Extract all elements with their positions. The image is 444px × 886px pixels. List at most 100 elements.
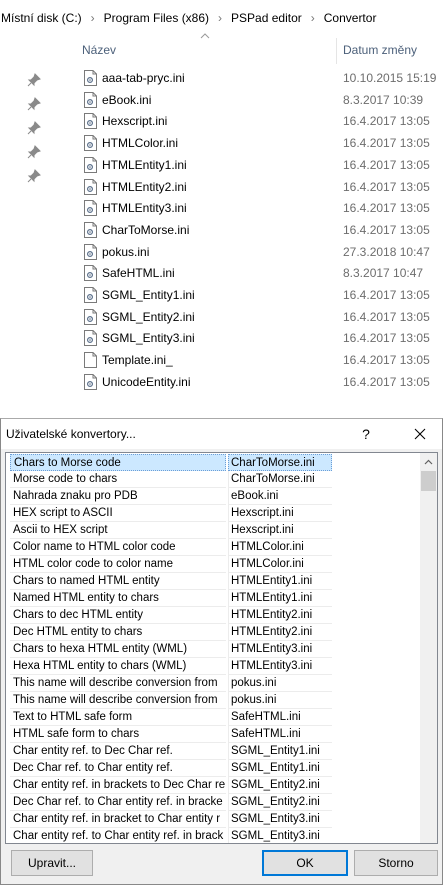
file-row[interactable]: UnicodeEntity.ini 16.4.2017 13:05 [0, 371, 444, 393]
dialog-titlebar[interactable]: Uživatelské konvertory... ? [1, 419, 442, 449]
vertical-scrollbar[interactable] [420, 453, 437, 843]
file-row[interactable]: SGML_Entity1.ini 16.4.2017 13:05 [0, 284, 444, 306]
breadcrumb-item-program-files[interactable]: Program Files (x86) [101, 11, 212, 25]
edit-button[interactable]: Upravit... [11, 850, 93, 876]
list-row[interactable]: This name will describe conversion from p… [6, 692, 420, 709]
file-row[interactable]: SGML_Entity2.ini 16.4.2017 13:05 [0, 306, 444, 328]
converter-file: SGML_Entity3.ini [228, 828, 332, 843]
ini-file-icon [84, 70, 97, 86]
converter-file: SGML_Entity3.ini [228, 811, 332, 828]
scrollbar-thumb[interactable] [421, 471, 436, 491]
list-row[interactable]: Char entity ref. to Char entity ref. in … [6, 828, 420, 843]
converter-description: HTML safe form to chars [10, 726, 226, 743]
file-row[interactable]: Template.ini_ 16.4.2017 13:05 [0, 349, 444, 371]
file-name: Template.ini_ [102, 353, 173, 368]
file-date: 16.4.2017 13:05 [343, 136, 430, 151]
list-row-selected[interactable]: Chars to Morse code CharToMorse.ini [6, 454, 420, 471]
converter-file: SGML_Entity1.ini [228, 760, 332, 777]
column-header-date[interactable]: Datum změny [343, 43, 417, 57]
file-name: CharToMorse.ini [102, 222, 190, 237]
converter-description: Chars to dec HTML entity [10, 607, 226, 624]
file-name: SGML_Entity1.ini [102, 288, 195, 302]
ini-file-icon [84, 113, 97, 130]
dialog-title: Uživatelské konvertory... [6, 427, 136, 441]
list-row[interactable]: This name will describe conversion from p… [6, 675, 420, 692]
file-row[interactable]: CharToMorse.ini 16.4.2017 13:05 [0, 219, 444, 241]
help-button[interactable]: ? [349, 419, 383, 449]
converter-description: Color name to HTML color code [10, 539, 226, 556]
list-row[interactable]: HTML safe form to chars SafeHTML.ini [6, 726, 420, 743]
list-row[interactable]: Color name to HTML color code HTMLColor.i… [6, 539, 420, 556]
breadcrumb-item-pspad-editor[interactable]: PSPad editor [228, 11, 305, 25]
list-row[interactable]: Dec Char ref. to Char entity ref. SGML_En… [6, 760, 420, 777]
list-row[interactable]: Char entity ref. in brackets to Dec Char… [6, 777, 420, 794]
list-row[interactable]: Text to HTML safe form SafeHTML.ini [6, 709, 420, 726]
ok-button[interactable]: OK [262, 850, 348, 876]
ini-file-icon [84, 373, 97, 390]
file-name: UnicodeEntity.ini [102, 374, 191, 389]
converter-description: Hexa HTML entity to chars (WML) [10, 658, 226, 675]
file-row[interactable]: HTMLEntity3.ini 16.4.2017 13:05 [0, 197, 444, 219]
column-divider[interactable] [336, 38, 337, 64]
file-date: 16.4.2017 13:05 [343, 157, 430, 172]
ini-file-icon [84, 265, 97, 282]
file-date: 16.4.2017 13:05 [343, 309, 430, 324]
converter-file: SGML_Entity2.ini [228, 777, 332, 794]
close-button[interactable] [397, 419, 443, 449]
scroll-up-button[interactable] [420, 453, 437, 470]
breadcrumb-item-local-disk[interactable]: Místní disk (C:) [0, 11, 85, 25]
file-row[interactable]: eBook.ini 8.3.2017 10:39 [0, 89, 444, 111]
list-row[interactable]: Chars to named HTML entity HTMLEntity1.in… [6, 573, 420, 590]
file-row[interactable]: SGML_Entity3.ini 16.4.2017 13:05 [0, 327, 444, 349]
converters-listbox[interactable]: Chars to Morse code CharToMorse.ini Morse … [5, 452, 438, 844]
list-row[interactable]: Dec HTML entity to chars HTMLEntity2.ini [6, 624, 420, 641]
ini-file-icon [84, 200, 97, 217]
file-date: 16.4.2017 13:05 [343, 179, 430, 194]
list-row[interactable]: Ascii to HEX script Hexscript.ini [6, 522, 420, 539]
list-row[interactable]: Named HTML entity to chars HTMLEntity1.in… [6, 590, 420, 607]
converter-description: Dec Char ref. to Char entity ref. [10, 760, 226, 777]
file-row[interactable]: HTMLEntity2.ini 16.4.2017 13:05 [0, 176, 444, 198]
file-name: HTMLEntity1.ini [102, 157, 187, 172]
converter-file: HTMLEntity1.ini [228, 573, 332, 590]
cancel-button[interactable]: Storno [354, 850, 438, 876]
file-row[interactable]: HTMLColor.ini 16.4.2017 13:05 [0, 132, 444, 154]
ini-file-icon [84, 243, 97, 260]
converter-file: CharToMorse.ini [228, 471, 332, 488]
list-row[interactable]: Morse code to chars CharToMorse.ini [6, 471, 420, 488]
list-row[interactable]: Char entity ref. to Dec Char ref. SGML_En… [6, 743, 420, 760]
list-row[interactable]: Char entity ref. in bracket to Char enti… [6, 811, 420, 828]
converter-description: Morse code to chars [10, 471, 226, 488]
converter-file: SGML_Entity1.ini [228, 743, 332, 760]
list-row[interactable]: Chars to dec HTML entity HTMLEntity2.ini [6, 607, 420, 624]
file-row[interactable]: aaa-tab-pryc.ini 10.10.2015 15:19 [0, 67, 444, 89]
column-header-name[interactable]: Název [82, 43, 116, 57]
file-row[interactable]: SafeHTML.ini 8.3.2017 10:47 [0, 262, 444, 284]
converter-description: Dec Char ref. to Char entity ref. in bra… [10, 794, 226, 811]
converter-file: HTMLEntity1.ini [228, 590, 332, 607]
list-row[interactable]: Chars to hexa HTML entity (WML) HTMLEntit… [6, 641, 420, 658]
file-row[interactable]: pokus.ini 27.3.2018 10:47 [0, 241, 444, 263]
list-row[interactable]: HTML color code to color name HTMLColor.i… [6, 556, 420, 573]
list-row[interactable]: Hexa HTML entity to chars (WML) HTMLEntit… [6, 658, 420, 675]
file-row[interactable]: HTMLEntity1.ini 16.4.2017 13:05 [0, 154, 444, 176]
breadcrumb-item-convertor[interactable]: Convertor [321, 11, 380, 25]
list-row[interactable]: Nahrada znaku pro PDB eBook.ini [6, 488, 420, 505]
list-row[interactable]: HEX script to ASCII Hexscript.ini [6, 505, 420, 522]
converter-file: SafeHTML.ini [228, 726, 332, 743]
converter-file: HTMLEntity3.ini [228, 658, 332, 675]
file-name: pokus.ini [102, 244, 150, 259]
ini-file-icon [84, 91, 97, 108]
ini-file-icon [84, 135, 97, 152]
file-row[interactable]: Hexscript.ini 16.4.2017 13:05 [0, 110, 444, 132]
converter-file: HTMLColor.ini [228, 539, 332, 556]
converters-rows: Chars to Morse code CharToMorse.ini Morse … [6, 454, 420, 843]
converter-description: Named HTML entity to chars [10, 590, 226, 607]
file-date: 8.3.2017 10:39 [343, 92, 424, 107]
converter-file: HTMLColor.ini [228, 556, 332, 573]
list-row[interactable]: Dec Char ref. to Char entity ref. in bra… [6, 794, 420, 811]
file-date: 16.4.2017 13:05 [343, 331, 430, 346]
converter-description: Char entity ref. to Dec Char ref. [10, 743, 226, 760]
converter-description: This name will describe conversion from [10, 675, 226, 692]
converter-description: Char entity ref. to Char entity ref. in … [10, 828, 226, 843]
